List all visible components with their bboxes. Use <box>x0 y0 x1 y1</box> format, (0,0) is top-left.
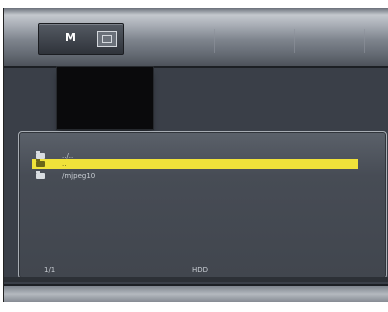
folder-icon <box>36 171 45 179</box>
bottom-rail <box>4 277 388 282</box>
folder-icon <box>36 159 45 167</box>
menu-tab-1[interactable] <box>154 29 215 53</box>
page-indicator: 1/1 <box>44 266 56 274</box>
media-player-window: M ../.. .. /mjpeg10 1/1 HDD <box>3 8 388 302</box>
menu-tab-4[interactable] <box>364 29 388 53</box>
device-label: HDD <box>192 266 209 274</box>
active-menu-tab[interactable]: M <box>38 23 124 55</box>
menu-tab-3[interactable] <box>294 29 365 53</box>
menu-tab-2[interactable] <box>214 29 295 53</box>
photo-icon <box>97 31 117 47</box>
file-row-label: .. <box>62 160 67 168</box>
file-row-label: /mjpeg10 <box>62 172 96 180</box>
top-menu-bar: M <box>4 8 388 68</box>
tv-screen: M ../.. .. /mjpeg10 1/1 HDD <box>0 0 388 312</box>
bottom-bar <box>4 284 388 302</box>
menu-tab-strip <box>154 29 388 53</box>
preview-thumbnail <box>56 66 154 137</box>
file-row[interactable]: /mjpeg10 <box>32 171 358 181</box>
file-row-selected[interactable]: .. <box>32 159 358 169</box>
active-tab-label: M <box>65 31 76 44</box>
